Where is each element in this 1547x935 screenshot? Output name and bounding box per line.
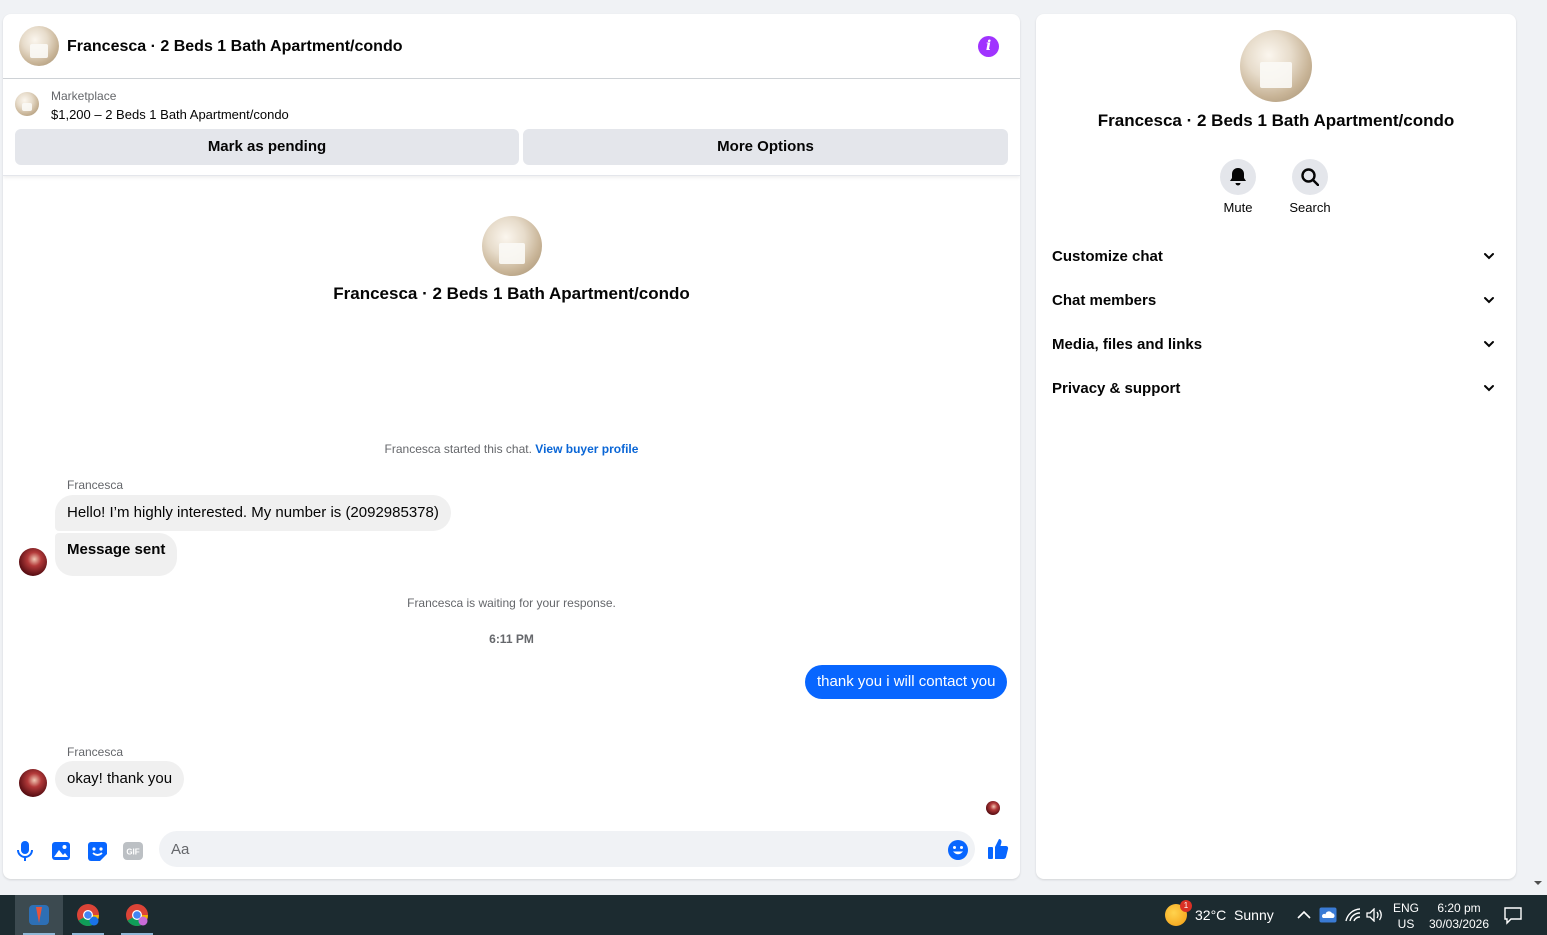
sender-name: Francesca (67, 478, 124, 492)
chat-started-line: Francesca started this chat. View buyer … (3, 442, 1020, 456)
photo-icon[interactable] (50, 840, 72, 862)
chrome-icon (77, 904, 99, 926)
mute-label: Mute (1223, 200, 1253, 215)
weather-sun-icon: 1 (1165, 900, 1192, 926)
incoming-message[interactable]: Message sent (55, 533, 178, 576)
info-icon[interactable]: i (978, 36, 999, 57)
more-options-button[interactable]: More Options (523, 129, 1008, 165)
composer: GIF (3, 826, 1020, 876)
bell-icon (1220, 159, 1256, 195)
clock-time: 6:20 pm (1437, 901, 1481, 915)
listing-avatar[interactable] (19, 26, 59, 66)
wifi-icon[interactable] (1344, 906, 1362, 924)
search-label: Search (1289, 200, 1331, 215)
section-label: Customize chat (1052, 248, 1163, 265)
chat-title[interactable]: Francesca · 2 Beds 1 Bath Apartment/cond… (67, 38, 403, 56)
onedrive-icon[interactable] (1319, 906, 1337, 924)
chevron-down-icon (1484, 253, 1494, 260)
gif-icon[interactable]: GIF (122, 840, 144, 862)
taskbar-app-chrome[interactable] (64, 895, 112, 935)
mark-as-pending-button[interactable]: Mark as pending (15, 129, 519, 165)
weather-badge: 1 (1180, 900, 1192, 912)
chevron-up-icon[interactable] (1295, 906, 1313, 924)
section-label: Media, files and links (1052, 336, 1203, 353)
chat-panel: Francesca · 2 Beds 1 Bath Apartment/cond… (3, 14, 1020, 879)
section-label: Privacy & support (1052, 380, 1181, 397)
view-buyer-profile-link[interactable]: View buyer profile (535, 442, 638, 456)
chat-header: Francesca · 2 Beds 1 Bath Apartment/cond… (3, 14, 1020, 79)
listing-kicker: Marketplace (51, 89, 117, 103)
timestamp-separator: 6:11 PM (489, 632, 534, 646)
taskbar-app-pinned[interactable] (15, 895, 63, 935)
listing-bar: Marketplace $1,200 – 2 Beds 1 Bath Apart… (3, 79, 1020, 176)
section-label: Chat members (1052, 292, 1157, 309)
scroll-down-arrow-icon[interactable] (1533, 878, 1543, 888)
mute-button[interactable]: Mute (1208, 159, 1268, 215)
incoming-message[interactable]: okay! thank you (55, 761, 185, 797)
details-panel: Francesca · 2 Beds 1 Bath Apartment/cond… (1036, 14, 1516, 879)
microphone-icon[interactable] (14, 840, 36, 862)
chat-members-section[interactable]: Chat members (1044, 280, 1508, 320)
svg-text:GIF: GIF (126, 848, 139, 857)
chevron-down-icon (1484, 385, 1494, 392)
search-icon (1292, 159, 1328, 195)
clock-date: 30/03/2026 (1428, 917, 1490, 931)
clock[interactable]: 6:20 pm 30/03/2026 (1426, 900, 1492, 932)
francesca-avatar[interactable] (19, 769, 47, 797)
weather-widget[interactable]: 1 32°C Sunny (1165, 900, 1274, 927)
details-avatar[interactable] (1240, 30, 1312, 102)
taskbar: 1 32°C Sunny ENG US 6:20 pm 30/03/2026 (0, 895, 1547, 935)
chevron-down-icon (1484, 297, 1494, 304)
message-input[interactable] (159, 831, 975, 867)
chat-started-text: Francesca started this chat. (384, 442, 532, 456)
volume-icon[interactable] (1366, 906, 1384, 924)
notification-center-icon[interactable] (1503, 905, 1523, 925)
seen-indicator-avatar (986, 801, 1000, 815)
media-files-links-section[interactable]: Media, files and links (1044, 324, 1508, 364)
listing-thumbnail[interactable] (15, 92, 39, 116)
outgoing-message[interactable]: thank you i will contact you (805, 665, 1008, 699)
taskbar-app-chrome-profile[interactable] (113, 895, 161, 935)
language-indicator[interactable]: ENG US (1390, 900, 1422, 932)
app-logo-icon (29, 905, 49, 925)
emoji-icon[interactable] (947, 839, 969, 861)
intro-title: Francesca · 2 Beds 1 Bath Apartment/cond… (333, 284, 690, 303)
like-icon[interactable] (987, 838, 1009, 860)
chrome-icon (126, 904, 148, 926)
region-code: US (1397, 917, 1415, 931)
privacy-support-section[interactable]: Privacy & support (1044, 368, 1508, 408)
customize-chat-section[interactable]: Customize chat (1044, 236, 1508, 276)
sticker-icon[interactable] (86, 840, 108, 862)
listing-price-title[interactable]: $1,200 – 2 Beds 1 Bath Apartment/condo (51, 107, 289, 122)
waiting-notice: Francesca is waiting for your response. (407, 596, 616, 610)
language-code: ENG (1392, 901, 1419, 915)
francesca-avatar[interactable] (19, 548, 47, 576)
weather-text: 32°C Sunny (1195, 907, 1274, 923)
sender-name: Francesca (67, 745, 124, 759)
incoming-message[interactable]: Hello! I’m highly interested. My number … (55, 495, 451, 531)
chevron-down-icon (1484, 341, 1494, 348)
search-button[interactable]: Search (1280, 159, 1340, 215)
details-title: Francesca · 2 Beds 1 Bath Apartment/cond… (1097, 111, 1455, 130)
intro-avatar (482, 216, 542, 276)
